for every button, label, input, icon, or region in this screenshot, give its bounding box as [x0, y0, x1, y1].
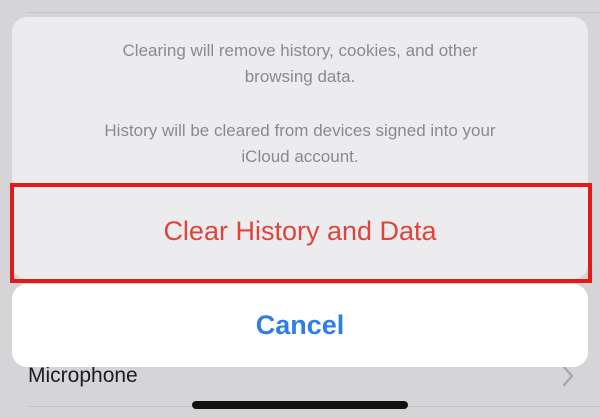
chevron-right-icon	[562, 365, 574, 387]
action-sheet-message-line: iCloud account.	[241, 147, 359, 166]
action-sheet-message: Clearing will remove history, cookies, a…	[12, 17, 588, 183]
settings-row-microphone-label: Microphone	[28, 364, 138, 387]
cancel-button[interactable]: Cancel	[12, 284, 588, 367]
action-sheet-message-line: History will be cleared from devices sig…	[104, 121, 496, 140]
clear-history-and-data-button[interactable]: Clear History and Data	[12, 184, 588, 279]
list-separator	[28, 12, 600, 13]
home-indicator	[192, 401, 408, 409]
action-sheet: Clearing will remove history, cookies, a…	[12, 17, 588, 279]
action-sheet-message-line: browsing data.	[244, 67, 356, 86]
action-sheet-message-line: Clearing will remove history, cookies, a…	[122, 41, 478, 60]
